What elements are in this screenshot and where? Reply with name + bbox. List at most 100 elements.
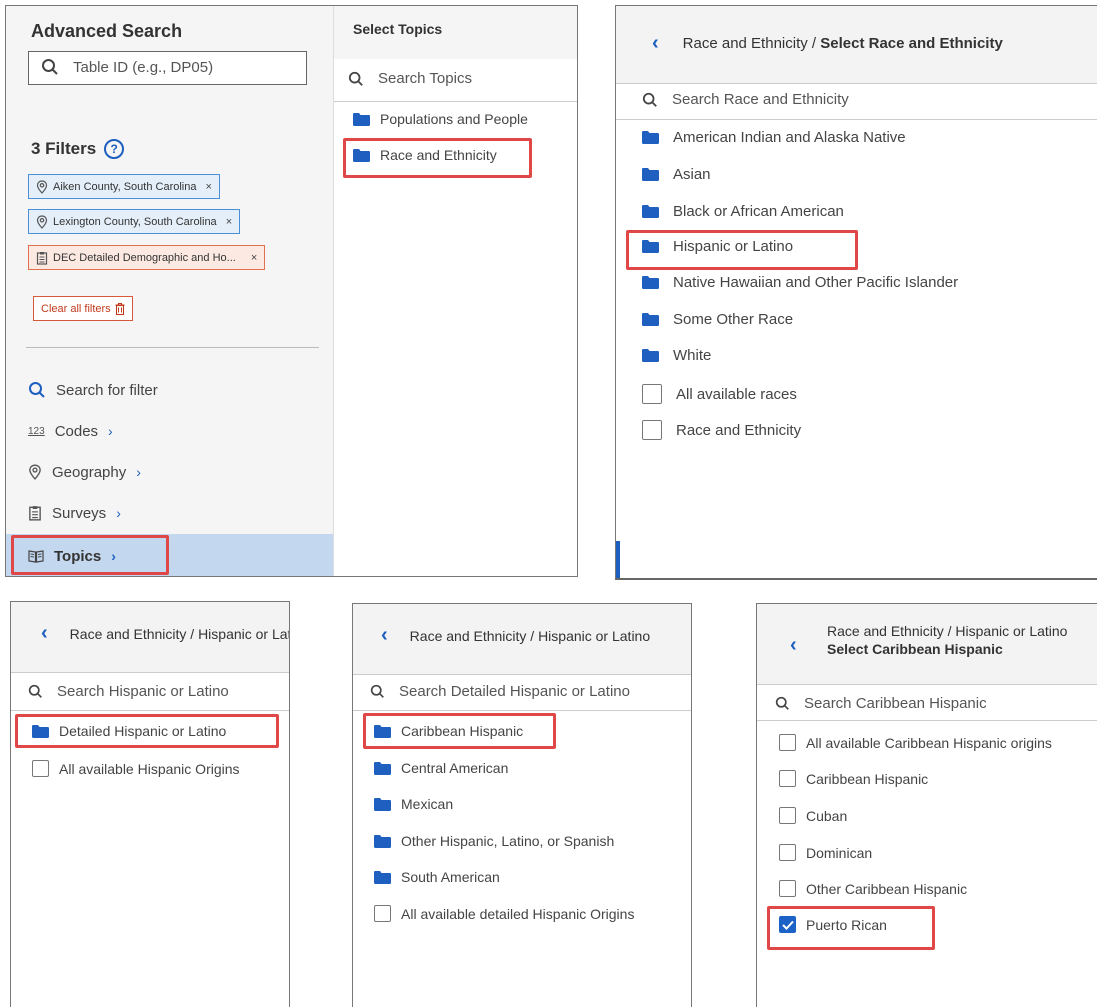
checkbox-item[interactable]: All available Caribbean Hispanic origins	[779, 734, 1052, 751]
detailed-search-input[interactable]: Search Detailed Hispanic or Latino	[370, 683, 630, 700]
folder-label: South American	[401, 869, 500, 885]
breadcrumb-subtitle: Select Caribbean Hispanic	[827, 641, 1003, 657]
checkbox-label: All available races	[676, 385, 797, 403]
checkbox-checked[interactable]	[779, 916, 796, 933]
hispanic-search-input[interactable]: Search Hispanic or Latino	[28, 683, 229, 700]
checkbox-label: Other Caribbean Hispanic	[806, 880, 968, 897]
folder-item[interactable]: Black or African American	[642, 203, 844, 220]
nav-topics[interactable]: Topics ›	[28, 541, 116, 571]
checkbox[interactable]	[779, 734, 796, 751]
folder-item[interactable]: Central American	[374, 760, 508, 776]
folder-item[interactable]: Detailed Hispanic or Latino	[32, 723, 226, 739]
folder-item[interactable]: Hispanic or Latino	[642, 238, 793, 255]
breadcrumb-current: Select Race and Ethnicity	[820, 35, 1003, 52]
checkbox-label: Caribbean Hispanic	[806, 770, 929, 787]
checkbox-item-puerto-rican[interactable]: Puerto Rican	[779, 916, 887, 933]
folder-label: Black or African American	[673, 203, 844, 220]
back-chevron-icon[interactable]: ‹	[381, 624, 388, 647]
search-icon	[370, 684, 385, 699]
location-pin-icon	[36, 179, 48, 194]
folder-icon	[642, 240, 659, 253]
detailed-hispanic-panel: ‹ Race and Ethnicity / Hispanic or Latin…	[352, 603, 692, 1007]
race-ethnicity-panel: ‹ Race and Ethnicity / Select Race and E…	[615, 5, 1097, 580]
folder-item[interactable]: American Indian and Alaska Native	[642, 129, 906, 146]
folder-icon	[374, 761, 391, 775]
search-placeholder: Search Detailed Hispanic or Latino	[399, 683, 630, 700]
checkbox[interactable]	[779, 844, 796, 861]
nav-label: Codes	[54, 422, 99, 440]
checkbox-item[interactable]: Cuban	[779, 807, 847, 824]
topic-item[interactable]: Populations and People	[353, 111, 528, 127]
checkbox[interactable]	[779, 807, 796, 824]
nav-geography[interactable]: Geography ›	[28, 457, 141, 487]
checkbox[interactable]	[642, 420, 662, 440]
folder-item[interactable]: Native Hawaiian and Other Pacific Island…	[642, 274, 958, 291]
back-chevron-icon[interactable]: ‹	[652, 32, 659, 55]
folder-icon	[353, 112, 370, 126]
topics-search-input[interactable]: Search Topics	[348, 70, 472, 87]
remove-filter-icon[interactable]: ×	[206, 181, 212, 193]
clear-all-label: Clear all filters	[41, 302, 111, 315]
location-pin-icon	[28, 464, 42, 480]
folder-item[interactable]: South American	[374, 869, 500, 885]
divider	[353, 710, 691, 711]
clear-all-filters-button[interactable]: Clear all filters	[33, 296, 133, 321]
checkbox[interactable]	[642, 384, 662, 404]
search-placeholder: Search Race and Ethnicity	[672, 91, 849, 108]
table-id-input[interactable]: Table ID (e.g., DP05)	[28, 51, 307, 85]
clipboard-icon	[36, 251, 48, 265]
folder-item[interactable]: White	[642, 347, 711, 364]
folder-icon	[374, 834, 391, 848]
checkbox-item[interactable]: Caribbean Hispanic	[779, 770, 928, 787]
race-search-input[interactable]: Search Race and Ethnicity	[642, 91, 849, 108]
filters-sidebar: Advanced Search Table ID (e.g., DP05) 3 …	[6, 6, 333, 576]
checkbox-label: All available detailed Hispanic Origins	[401, 905, 635, 922]
page-title: Advanced Search	[31, 21, 183, 41]
search-icon	[348, 71, 364, 87]
filter-chip-dec[interactable]: DEC Detailed Demographic and Ho... ×	[28, 245, 266, 270]
search-icon	[28, 684, 43, 699]
breadcrumb-text: Race and Ethnicity / Hispanic or Latino	[827, 623, 1068, 639]
nav-codes[interactable]: 123 Codes ›	[28, 416, 113, 446]
checkbox-item[interactable]: Race and Ethnicity	[642, 420, 801, 440]
back-chevron-icon[interactable]: ‹	[41, 622, 48, 645]
checkbox-item[interactable]: All available Hispanic Origins	[32, 760, 240, 777]
folder-icon	[374, 724, 391, 738]
filter-chip-lexington[interactable]: Lexington County, South Carolina ×	[28, 209, 241, 234]
nav-label: Surveys	[52, 504, 107, 522]
folder-item[interactable]: Mexican	[374, 796, 453, 812]
chevron-right-icon: ›	[108, 423, 113, 439]
help-icon[interactable]: ?	[104, 139, 125, 159]
scroll-indicator	[616, 541, 620, 578]
checkbox-item[interactable]: Dominican	[779, 844, 872, 861]
topic-item[interactable]: Race and Ethnicity	[353, 147, 497, 163]
folder-item[interactable]: Asian	[642, 166, 711, 183]
folder-item[interactable]: Caribbean Hispanic	[374, 723, 523, 739]
folder-label: Caribbean Hispanic	[401, 723, 524, 739]
nav-surveys[interactable]: Surveys ›	[28, 498, 121, 528]
search-icon	[41, 58, 59, 76]
nav-search-for-filter[interactable]: Search for filter	[28, 375, 158, 405]
checkbox-item[interactable]: All available races	[642, 384, 797, 404]
trash-icon	[115, 302, 125, 315]
remove-filter-icon[interactable]: ×	[251, 252, 257, 264]
folder-icon	[374, 797, 391, 811]
checkbox[interactable]	[374, 905, 391, 922]
folder-item[interactable]: Some Other Race	[642, 311, 793, 328]
folder-label: Hispanic or Latino	[673, 238, 794, 255]
folder-label: Asian	[673, 166, 711, 183]
checkbox-item[interactable]: All available detailed Hispanic Origins	[374, 905, 634, 922]
filter-chip-aiken[interactable]: Aiken County, South Carolina ×	[28, 174, 220, 199]
caribbean-search-input[interactable]: Search Caribbean Hispanic	[775, 695, 987, 712]
folder-icon	[374, 870, 391, 884]
checkbox[interactable]	[779, 770, 796, 787]
folder-icon	[642, 205, 659, 218]
remove-filter-icon[interactable]: ×	[226, 216, 232, 228]
filter-chip-label: DEC Detailed Demographic and Ho...	[53, 251, 236, 264]
checkbox[interactable]	[32, 760, 49, 777]
folder-item[interactable]: Other Hispanic, Latino, or Spanish	[374, 833, 614, 849]
divider	[616, 119, 1097, 120]
back-chevron-icon[interactable]: ‹	[790, 634, 797, 657]
checkbox[interactable]	[779, 880, 796, 897]
checkbox-item[interactable]: Other Caribbean Hispanic	[779, 880, 967, 897]
